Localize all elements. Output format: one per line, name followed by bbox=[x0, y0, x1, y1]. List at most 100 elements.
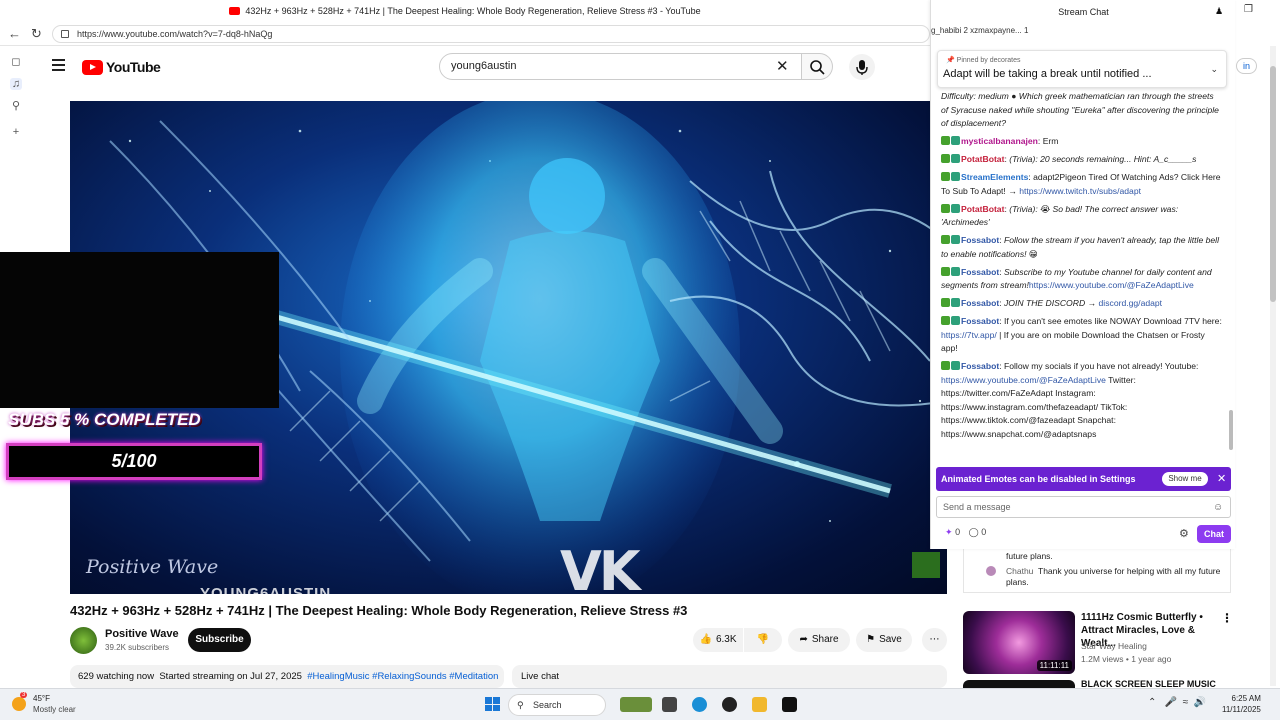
edge-browser-icon[interactable] bbox=[692, 697, 707, 712]
scrollbar-thumb[interactable] bbox=[1270, 66, 1276, 302]
chat-link[interactable]: https://www.youtube.com/@FaZeAdaptLive bbox=[941, 375, 1106, 385]
chat-username[interactable]: Fossabot bbox=[961, 361, 999, 371]
search-button[interactable] bbox=[802, 53, 833, 80]
recommended-channel[interactable]: Star Way Healing bbox=[1081, 641, 1147, 651]
audio-icon[interactable]: ♫ bbox=[10, 78, 22, 90]
terminal-app-icon[interactable] bbox=[782, 697, 797, 712]
chat-link[interactable]: https://www.twitch.tv/subs/adapt bbox=[1019, 186, 1141, 196]
window-title: 432Hz + 963Hz + 528Hz + 741Hz | The Deep… bbox=[245, 6, 701, 16]
chat-send-button[interactable]: Chat bbox=[1197, 525, 1231, 543]
menu-icon[interactable] bbox=[52, 59, 65, 71]
video-title: 432Hz + 963Hz + 528Hz + 741Hz | The Deep… bbox=[70, 603, 688, 618]
dislike-button[interactable]: 👎 bbox=[744, 628, 782, 652]
sign-in-button[interactable]: in bbox=[1236, 58, 1258, 74]
volume-icon[interactable]: 🔊 bbox=[1194, 697, 1206, 708]
chat-username[interactable]: StreamElements bbox=[961, 172, 1028, 182]
chat-badge-icon[interactable] bbox=[941, 154, 950, 163]
microphone-icon[interactable]: 🎤 bbox=[1165, 697, 1177, 708]
youtube-logo[interactable]: YouTube bbox=[82, 59, 161, 75]
chat-badge-icon[interactable] bbox=[951, 361, 960, 370]
search-input[interactable]: young6austin bbox=[439, 53, 802, 80]
chat-username[interactable]: Fossabot bbox=[961, 298, 999, 308]
system-tray[interactable]: ⌃ 🎤 ≈ 🔊 bbox=[1148, 697, 1206, 708]
chat-username[interactable]: PotatBotat bbox=[961, 154, 1004, 164]
youtube-logo-text: YouTube bbox=[106, 59, 161, 75]
more-actions-button[interactable]: ⋯ bbox=[922, 628, 947, 652]
video-description-bar[interactable]: 629 watching now Started streaming on Ju… bbox=[70, 665, 504, 688]
chat-badge-icon[interactable] bbox=[941, 172, 950, 181]
recommended-video-thumbnail[interactable]: 11:11:11 bbox=[963, 611, 1075, 674]
show-me-button[interactable]: Show me bbox=[1162, 472, 1208, 486]
clear-search-icon[interactable]: ✕ bbox=[776, 57, 789, 75]
chat-scrollbar[interactable] bbox=[1229, 410, 1233, 450]
weather-badge: 3 bbox=[20, 692, 28, 698]
chat-badge-icon[interactable] bbox=[941, 316, 950, 325]
channel-avatar[interactable] bbox=[70, 627, 97, 654]
pinned-text: Adapt will be taking a break until notif… bbox=[943, 68, 1152, 80]
chat-badge-icon[interactable] bbox=[951, 298, 960, 307]
subscribe-button[interactable]: Subscribe bbox=[188, 628, 251, 652]
url-field[interactable]: https://www.youtube.com/watch?v=7-dq8-hN… bbox=[52, 25, 930, 43]
chat-badge-icon[interactable] bbox=[941, 298, 950, 307]
chat-link[interactable]: https://www.youtube.com/@FaZeAdaptLive bbox=[1029, 280, 1194, 290]
voice-search-button[interactable] bbox=[849, 54, 875, 80]
gear-icon[interactable]: ⚙ bbox=[1179, 527, 1189, 540]
chat-badge-icon[interactable] bbox=[951, 172, 960, 181]
weather-widget[interactable]: 3 45°F Mostly clear bbox=[12, 692, 82, 716]
wifi-icon[interactable]: ≈ bbox=[1183, 697, 1189, 708]
chat-link[interactable]: https://7tv.app/ bbox=[941, 330, 997, 340]
chat-username[interactable]: mysticalbananajen bbox=[961, 136, 1038, 146]
chevron-down-icon[interactable]: ⌄ bbox=[1210, 64, 1218, 75]
chat-link[interactable]: discord.gg/adapt bbox=[1099, 298, 1163, 308]
emote-picker-icon[interactable]: ☺ bbox=[1213, 502, 1223, 513]
microphone-icon bbox=[856, 60, 868, 75]
clock[interactable]: 6:25 AM 11/11/2025 bbox=[1222, 693, 1261, 715]
recommended-video-title-2[interactable]: BLACK SCREEN SLEEP MUSIC bbox=[1081, 679, 1216, 688]
live-chat-toggle[interactable]: Live chat bbox=[512, 665, 947, 688]
taskbar-search-label: Search bbox=[533, 700, 562, 710]
back-icon[interactable]: ← bbox=[8, 26, 21, 41]
reload-icon[interactable]: ↻ bbox=[31, 26, 42, 42]
page-scrollbar[interactable] bbox=[1270, 46, 1276, 686]
widget-image-icon[interactable] bbox=[620, 697, 652, 712]
file-explorer-icon[interactable] bbox=[752, 697, 767, 712]
task-view-icon[interactable] bbox=[662, 697, 677, 712]
chat-badge-icon[interactable] bbox=[951, 136, 960, 145]
chat-username[interactable]: Fossabot bbox=[961, 235, 999, 245]
share-button[interactable]: ➦ Share bbox=[788, 628, 850, 652]
users-icon[interactable]: ♟ bbox=[1215, 6, 1223, 17]
pinned-message[interactable]: 📌 Pinned by decorates Adapt will be taki… bbox=[937, 50, 1227, 88]
chat-badge-icon[interactable] bbox=[941, 136, 950, 145]
chat-username[interactable]: PotatBotat bbox=[961, 204, 1004, 214]
tabs-icon[interactable]: ◻ bbox=[10, 56, 22, 68]
channel-name[interactable]: Positive Wave bbox=[105, 628, 179, 640]
chat-username[interactable]: Fossabot bbox=[961, 316, 999, 326]
chat-badge-icon[interactable] bbox=[951, 266, 960, 276]
chat-username[interactable]: Fossabot bbox=[961, 267, 999, 277]
chat-badge-icon[interactable] bbox=[951, 235, 960, 244]
save-button[interactable]: ⚑ Save bbox=[856, 628, 912, 652]
chat-badge-icon[interactable] bbox=[941, 203, 950, 213]
channel-points[interactable]: ✦ 0 ◯ 0 bbox=[945, 527, 986, 538]
chat-badge-icon[interactable] bbox=[951, 154, 960, 163]
hashtags[interactable]: #HealingMusic #RelaxingSounds #Meditatio… bbox=[307, 671, 498, 682]
search-side-icon[interactable]: ⚲ bbox=[10, 100, 22, 112]
send-message-input[interactable]: Send a message bbox=[936, 496, 1231, 518]
media-player-icon[interactable] bbox=[722, 697, 737, 712]
chat-badge-icon[interactable] bbox=[951, 316, 960, 325]
taskbar-search[interactable]: ⚲ Search bbox=[508, 694, 606, 716]
close-icon[interactable]: ✕ bbox=[1217, 467, 1226, 491]
chat-badge-icon[interactable] bbox=[941, 361, 950, 370]
new-tab-icon[interactable]: + bbox=[10, 126, 22, 138]
leaderboard-strip[interactable]: g_habibi 2 xzmaxpayne... 1 bbox=[931, 26, 1236, 42]
chat-badge-icon[interactable] bbox=[941, 235, 950, 244]
chat-badge-icon[interactable] bbox=[941, 266, 950, 276]
chat-badge-icon[interactable] bbox=[951, 203, 960, 213]
recommended-video-thumbnail-2[interactable] bbox=[963, 680, 1075, 688]
more-vertical-icon[interactable]: ⋮ bbox=[1221, 611, 1233, 625]
restore-icon[interactable]: ❐ bbox=[1244, 4, 1253, 15]
chevron-up-icon[interactable]: ⌃ bbox=[1148, 697, 1156, 708]
like-button[interactable]: 👍 6.3K bbox=[693, 628, 743, 652]
start-button[interactable] bbox=[485, 697, 500, 711]
site-info-icon[interactable] bbox=[61, 30, 69, 38]
